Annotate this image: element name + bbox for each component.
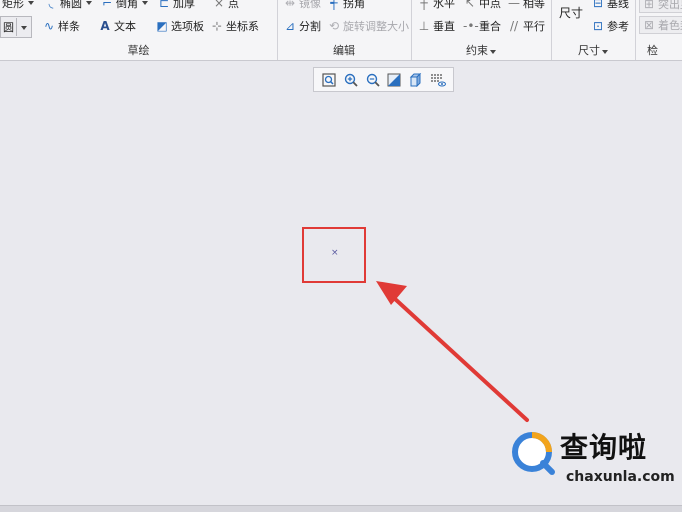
watermark-logo-icon: [512, 432, 555, 475]
arrow-head: [376, 281, 407, 305]
watermark-subtitle: chaxunla.com: [566, 469, 675, 485]
watermark-title: 查询啦: [560, 431, 648, 464]
watermark: 查询啦 chaxunla.com: [502, 422, 675, 490]
arrow-shaft: [392, 296, 529, 422]
